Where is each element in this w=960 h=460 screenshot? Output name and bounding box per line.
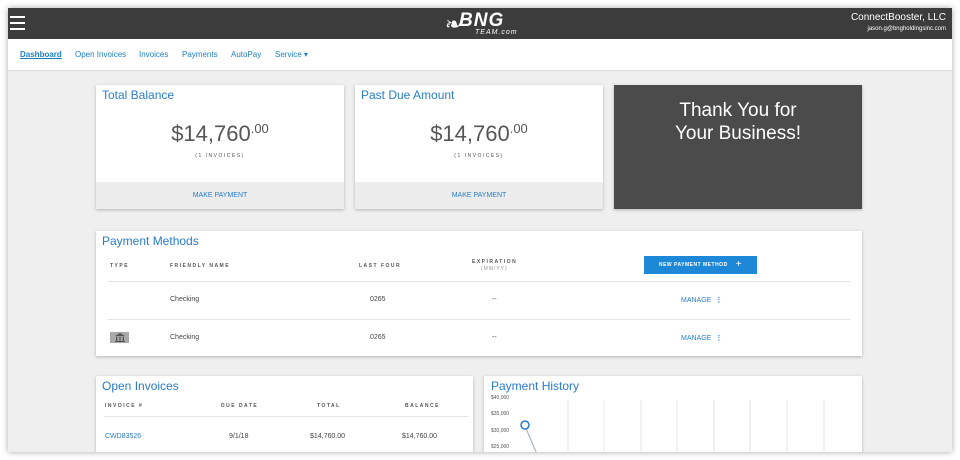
manage-payment-method-button[interactable]: MANAGE ⋮ bbox=[681, 334, 722, 342]
nav-service-dropdown[interactable]: Service ▾ bbox=[275, 50, 308, 59]
thank-you-line-1: Thank You for bbox=[679, 100, 797, 121]
manage-label: MANAGE bbox=[681, 297, 712, 304]
open-invoices-card: Open Invoices INVOICE # DUE DATE TOTAL B… bbox=[96, 376, 473, 452]
invoice-total: $14,760.00 bbox=[310, 433, 346, 440]
past-due-card: Past Due Amount $14,760.00 (1 INVOICES) … bbox=[355, 85, 603, 209]
total-balance-invoice-count: (1 INVOICES) bbox=[195, 153, 245, 159]
hamburger-menu-icon[interactable] bbox=[10, 16, 25, 30]
total-balance-amount: $14,760.00 bbox=[96, 121, 344, 147]
past-due-amount-cents: .00 bbox=[509, 121, 528, 136]
payment-method-name: Checking bbox=[170, 334, 200, 341]
total-balance-card: Total Balance $14,760.00 (1 INVOICES) MA… bbox=[96, 85, 344, 209]
plus-icon: + bbox=[735, 259, 743, 270]
nav-open-invoices[interactable]: Open Invoices bbox=[75, 50, 126, 59]
past-due-make-payment-button[interactable]: MAKE PAYMENT bbox=[355, 182, 603, 209]
past-due-invoice-count: (1 INVOICES) bbox=[454, 153, 504, 159]
nav-dashboard[interactable]: Dashboard bbox=[20, 50, 62, 59]
app-window: ❧ BNG TEAM.com ConnectBooster, LLC jason… bbox=[8, 8, 952, 452]
nav-autopay[interactable]: AutoPay bbox=[231, 50, 261, 59]
new-payment-method-label: NEW PAYMENT METHOD bbox=[658, 262, 728, 268]
payment-method-last-four: 0265 bbox=[370, 296, 386, 303]
open-invoices-title: Open Invoices bbox=[102, 379, 179, 393]
col-expiration-format: (MM/YY) bbox=[481, 266, 508, 272]
thank-you-banner: Thank You for Your Business! bbox=[614, 85, 862, 209]
divider bbox=[104, 416, 468, 417]
past-due-amount: $14,760.00 bbox=[355, 121, 603, 147]
logo-subtext: TEAM.com bbox=[475, 29, 518, 36]
divider bbox=[108, 281, 850, 282]
col-balance: BALANCE bbox=[405, 403, 440, 409]
total-balance-amount-cents: .00 bbox=[250, 121, 269, 136]
payment-method-last-four: 0265 bbox=[370, 334, 386, 341]
kebab-menu-icon: ⋮ bbox=[715, 335, 723, 342]
nav-invoices[interactable]: Invoices bbox=[139, 50, 168, 59]
col-total: TOTAL bbox=[317, 403, 341, 409]
past-due-title: Past Due Amount bbox=[361, 88, 455, 102]
series-line bbox=[524, 425, 537, 452]
company-email: jason.g@bngholdingsinc.com bbox=[867, 26, 946, 32]
payment-method-expiration: -- bbox=[492, 296, 497, 303]
col-invoice-number: INVOICE # bbox=[105, 403, 144, 409]
manage-payment-method-button[interactable]: MANAGE ⋮ bbox=[681, 296, 722, 304]
past-due-amount-main: $14,760 bbox=[430, 121, 510, 146]
divider bbox=[108, 319, 850, 320]
col-last-four: LAST FOUR bbox=[359, 263, 402, 269]
col-friendly-name: FRIENDLY NAME bbox=[170, 263, 231, 269]
payment-methods-title: Payment Methods bbox=[102, 234, 199, 248]
top-bar: ❧ BNG TEAM.com ConnectBooster, LLC jason… bbox=[8, 8, 952, 39]
nav-payments[interactable]: Payments bbox=[182, 50, 218, 59]
thank-you-line-2: Your Business! bbox=[674, 123, 802, 144]
payment-method-name: Checking bbox=[170, 296, 200, 303]
bank-icon bbox=[110, 332, 129, 343]
payment-methods-card: Payment Methods TYPE FRIENDLY NAME LAST … bbox=[96, 231, 862, 356]
account-info[interactable]: ConnectBooster, LLC jason.g@bngholdingsi… bbox=[851, 12, 946, 32]
col-type: TYPE bbox=[110, 263, 130, 269]
total-balance-title: Total Balance bbox=[102, 88, 175, 102]
total-balance-make-payment-button[interactable]: MAKE PAYMENT bbox=[96, 182, 344, 209]
invoice-balance: $14,760.00 bbox=[402, 433, 438, 440]
bank-glyph bbox=[114, 333, 125, 342]
col-expiration: EXPIRATION bbox=[472, 259, 518, 265]
payment-history-card: Payment History $40,000 $35,000 $30,000 … bbox=[484, 376, 862, 452]
new-payment-method-button[interactable]: NEW PAYMENT METHOD + bbox=[644, 256, 757, 274]
invoice-link[interactable]: CWD83526 bbox=[105, 433, 141, 440]
manage-label: MANAGE bbox=[681, 335, 712, 342]
company-name: ConnectBooster, LLC bbox=[850, 12, 946, 23]
col-due-date: DUE DATE bbox=[221, 403, 259, 409]
data-point bbox=[520, 420, 530, 430]
bng-team-logo[interactable]: ❧ BNG TEAM.com bbox=[445, 10, 518, 38]
total-balance-amount-main: $14,760 bbox=[171, 121, 251, 146]
main-nav: Dashboard Open Invoices Invoices Payment… bbox=[8, 39, 952, 71]
payment-history-chart bbox=[520, 400, 825, 452]
invoice-due-date: 9/1/18 bbox=[229, 433, 249, 440]
kebab-menu-icon: ⋮ bbox=[715, 297, 723, 304]
payment-method-expiration: -- bbox=[492, 334, 497, 341]
